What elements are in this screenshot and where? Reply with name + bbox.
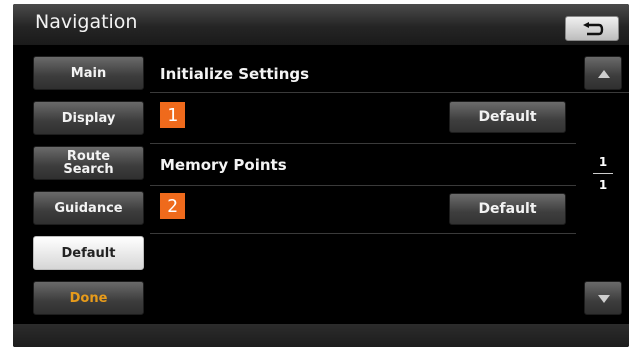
menu-done-button[interactable]: Done (33, 281, 144, 315)
initialize-settings-label: Initialize Settings (160, 65, 310, 83)
page-current: 1 (598, 155, 608, 169)
page-total: 1 (598, 178, 608, 192)
callout-badge-2: 2 (160, 193, 185, 219)
menu-default-button[interactable]: Default (33, 236, 144, 270)
scroll-down-button[interactable] (584, 281, 622, 315)
title-bar: Navigation (13, 4, 629, 45)
triangle-down-icon (598, 295, 610, 303)
menu-route-search-label: Route Search (63, 149, 114, 177)
row-divider (150, 233, 576, 234)
scroll-up-button[interactable] (584, 56, 622, 90)
page-indicator: 1 1 (590, 154, 616, 193)
row-divider (150, 185, 576, 186)
menu-main-button[interactable]: Main (33, 56, 144, 90)
back-button[interactable] (565, 16, 619, 41)
menu-main-label: Main (70, 65, 107, 81)
menu-display-button[interactable]: Display (33, 101, 144, 135)
memory-default-label: Default (478, 201, 537, 217)
memory-default-button[interactable]: Default (449, 193, 566, 225)
menu-guidance-label: Guidance (54, 200, 123, 216)
back-arrow-icon (583, 22, 604, 36)
page-separator (593, 173, 613, 174)
menu-route-search-button[interactable]: Route Search (33, 146, 144, 180)
menu-done-label: Done (69, 290, 108, 306)
menu-default-label: Default (61, 245, 116, 261)
initialize-default-button[interactable]: Default (449, 101, 566, 133)
bottom-bar (13, 324, 629, 347)
menu-guidance-button[interactable]: Guidance (33, 191, 144, 225)
menu-display-label: Display (61, 110, 116, 126)
row-divider (150, 92, 629, 93)
navigation-screen: Navigation Main Display Route Search Gui… (13, 4, 629, 347)
memory-points-label: Memory Points (160, 156, 287, 174)
row-divider (150, 143, 576, 144)
callout-badge-1: 1 (160, 102, 185, 128)
page-title: Navigation (35, 11, 138, 33)
triangle-up-icon (598, 70, 610, 78)
initialize-default-label: Default (478, 109, 537, 125)
